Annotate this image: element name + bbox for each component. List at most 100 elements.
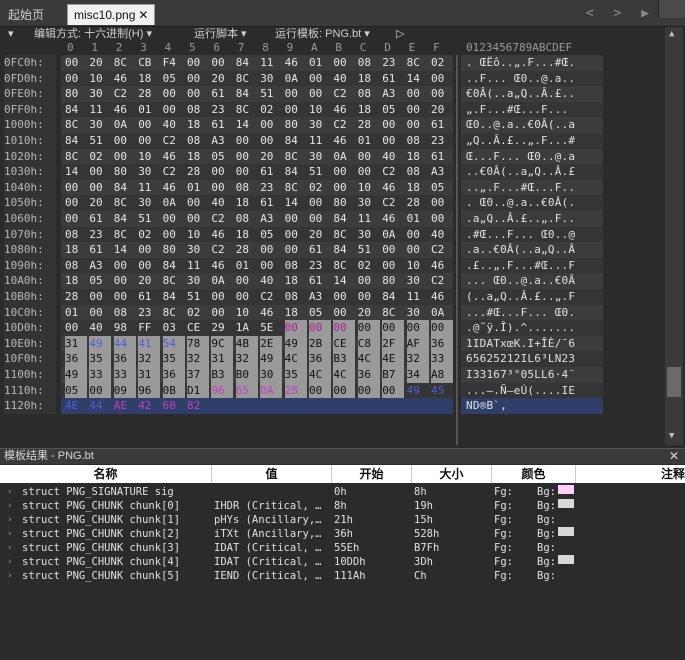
hex-byte[interactable]: 01: [187, 180, 209, 196]
hex-byte[interactable]: AF: [406, 335, 429, 352]
ascii-text[interactable]: .@˜ÿ.Î).^.......: [466, 320, 575, 336]
hex-byte[interactable]: A3: [382, 86, 404, 102]
hex-byte[interactable]: 00: [114, 273, 136, 289]
expand-chevron-icon[interactable]: ›: [7, 485, 12, 499]
hex-byte[interactable]: C2: [211, 242, 233, 258]
hex-byte[interactable]: 8C: [163, 305, 185, 321]
hex-byte[interactable]: 30: [260, 71, 282, 87]
hex-byte[interactable]: 0B: [162, 382, 185, 399]
hex-byte[interactable]: 00: [285, 227, 307, 243]
hex-byte[interactable]: 00: [431, 211, 453, 227]
hex-byte[interactable]: 8C: [382, 305, 404, 321]
hex-byte[interactable]: 84: [333, 211, 355, 227]
hex-byte[interactable]: 10: [358, 180, 380, 196]
hex-byte[interactable]: 54: [162, 335, 185, 352]
hex-byte[interactable]: 00: [407, 102, 429, 118]
tab-misc10-png[interactable]: misc10.png ✕: [67, 4, 156, 25]
hex-byte[interactable]: 49: [89, 335, 112, 352]
hex-byte[interactable]: 51: [187, 289, 209, 305]
hex-byte[interactable]: 61: [309, 242, 331, 258]
hex-byte[interactable]: 84: [285, 133, 307, 149]
hex-byte[interactable]: 61: [138, 289, 160, 305]
hex-row[interactable]: 10C0h: 01 00 08 23 8C 02 00 10 46 18 05 00 20 8C 30 0A..…: [0, 304, 664, 321]
hex-byte[interactable]: 18: [187, 117, 209, 133]
hex-row[interactable]: 1030h: 14 00 80 30 C2 28 00 00 61 84 51 00 00 C2 08 A3..…: [0, 164, 664, 181]
hex-byte[interactable]: 05: [65, 382, 87, 399]
hex-byte[interactable]: 00: [285, 86, 307, 102]
hex-byte[interactable]: DA: [260, 382, 283, 399]
hex-byte[interactable]: 18: [358, 71, 380, 87]
hex-byte[interactable]: 35: [162, 351, 185, 368]
expand-chevron-icon[interactable]: ›: [7, 527, 12, 541]
hex-byte[interactable]: 32: [235, 351, 258, 368]
hex-byte[interactable]: 40: [431, 227, 453, 243]
hex-byte[interactable]: 61: [89, 211, 111, 227]
hex-byte[interactable]: C2: [163, 164, 185, 180]
hex-byte[interactable]: 40: [89, 320, 111, 336]
hex-byte[interactable]: 8C: [333, 258, 355, 274]
hex-byte[interactable]: 46: [260, 305, 282, 321]
ascii-text[interactable]: 65625212IL6³LN23: [466, 351, 575, 367]
hex-byte[interactable]: 23: [382, 55, 404, 71]
hex-byte[interactable]: C8: [357, 335, 380, 352]
hex-byte[interactable]: 0A: [114, 117, 136, 133]
hex-byte[interactable]: 00: [309, 86, 331, 102]
scroll-down-icon[interactable]: ▼: [669, 431, 674, 441]
hex-byte[interactable]: 00: [406, 320, 429, 337]
hex-byte[interactable]: 61: [431, 149, 453, 165]
hex-byte[interactable]: 08: [358, 86, 380, 102]
hex-byte[interactable]: 01: [236, 258, 258, 274]
hex-byte[interactable]: 02: [89, 149, 111, 165]
hex-byte[interactable]: 0A: [333, 149, 355, 165]
hex-byte[interactable]: 00: [333, 320, 356, 337]
hex-byte[interactable]: 05: [382, 102, 404, 118]
hex-row[interactable]: 1070h: 08 23 8C 02 00 10 46 18 05 00 20 8C 30 0A 00 40 .#…: [0, 226, 664, 243]
expand-chevron-icon[interactable]: ›: [7, 555, 12, 569]
hex-byte[interactable]: 00: [260, 258, 282, 274]
hex-byte[interactable]: 00: [236, 164, 258, 180]
hex-byte[interactable]: 33: [113, 367, 136, 383]
ascii-text[interactable]: „.F...#Œ...F...: [466, 102, 575, 118]
ascii-text[interactable]: ...–.Ñ–eÚ(....IE: [466, 383, 575, 399]
edit-mode-dropdown[interactable]: 编辑方式: 十六进制(H) ▾: [34, 27, 152, 41]
hex-byte[interactable]: 8C: [285, 149, 307, 165]
hex-byte[interactable]: 28: [65, 289, 87, 305]
hex-byte[interactable]: 30: [138, 164, 160, 180]
hex-byte[interactable]: 61: [211, 117, 233, 133]
hex-row[interactable]: 1120h: 4E 44 AE 42 60 82 ND®B`‚: [0, 398, 664, 415]
hex-byte[interactable]: 51: [260, 86, 282, 102]
hex-byte[interactable]: 00: [138, 117, 160, 133]
hex-byte[interactable]: 02: [260, 102, 282, 118]
hex-byte[interactable]: D1: [187, 382, 209, 399]
expand-chevron-icon[interactable]: ›: [7, 499, 12, 513]
hex-byte[interactable]: 00: [89, 164, 111, 180]
hex-byte[interactable]: 60: [163, 398, 185, 414]
bg-color-swatch[interactable]: [558, 527, 574, 536]
hex-byte[interactable]: 18: [187, 149, 209, 165]
header-size[interactable]: 大小: [412, 465, 492, 483]
hex-byte[interactable]: 46: [211, 258, 233, 274]
hex-row[interactable]: 10D0h: 00 40 98 FF 03 CE 29 1A 5E 00 00 00 00 00 00 00 .@…: [0, 320, 664, 337]
hex-byte[interactable]: 00: [309, 382, 331, 399]
hex-byte[interactable]: 00: [187, 86, 209, 102]
ascii-text[interactable]: I33167³°05LL6·4¨: [466, 367, 575, 383]
hex-byte[interactable]: 35: [89, 351, 112, 368]
hex-byte[interactable]: 8C: [285, 180, 307, 196]
hex-byte[interactable]: 0A: [285, 71, 307, 87]
hex-byte[interactable]: 18: [65, 273, 87, 289]
hex-row[interactable]: 10E0h: 31 49 44 41 54 78 9C 4B 2E 49 2B CE C8 2F AF 36 1I…: [0, 335, 664, 352]
hex-byte[interactable]: 80: [382, 273, 404, 289]
hex-byte[interactable]: 00: [89, 180, 111, 196]
hex-byte[interactable]: 40: [211, 195, 233, 211]
ascii-text[interactable]: ..F... Œ0..@.a..: [466, 71, 575, 87]
hex-byte[interactable]: 84: [236, 86, 258, 102]
hex-byte[interactable]: 84: [333, 242, 355, 258]
bg-color-swatch[interactable]: [558, 499, 574, 508]
hex-byte[interactable]: 00: [358, 289, 380, 305]
hex-byte[interactable]: 00: [309, 195, 331, 211]
hex-byte[interactable]: 00: [236, 149, 258, 165]
tab-menu-button[interactable]: [658, 0, 685, 18]
hex-byte[interactable]: 36: [309, 351, 331, 368]
header-name[interactable]: 名称: [0, 465, 212, 483]
expand-chevron-icon[interactable]: ›: [7, 513, 12, 527]
